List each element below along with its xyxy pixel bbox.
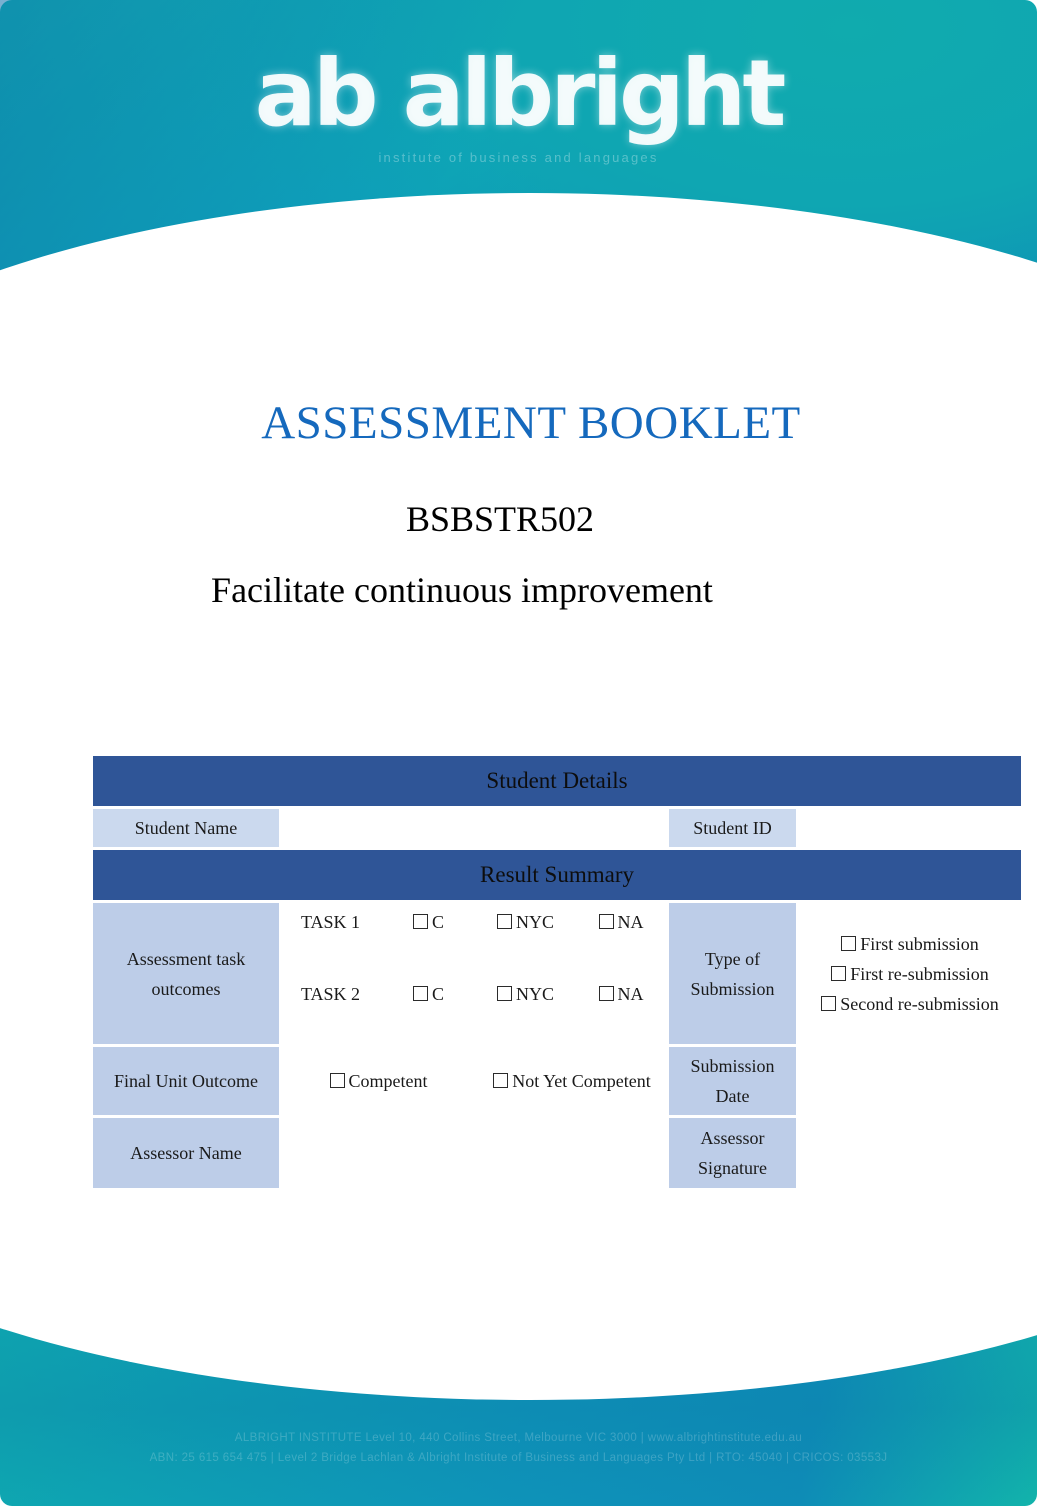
checkbox-icon <box>831 965 847 981</box>
task1-label: TASK 1 <box>282 903 379 941</box>
checkbox-icon <box>412 914 428 929</box>
footer-line-2: ABN: 25 615 654 475 | Level 2 Bridge Lac… <box>149 1452 888 1464</box>
checkbox-icon <box>329 1073 345 1088</box>
student-id-field[interactable] <box>799 809 1022 847</box>
assessor-name-label: Assessor Name <box>93 1118 279 1188</box>
header-banner: ab albright institute of business and la… <box>0 0 1062 352</box>
table-row-final-unit-outcome: Final Unit Outcome Competent Not Yet Com… <box>93 1047 1022 1115</box>
footer-line-1: ALBRIGHT INSTITUTE Level 10, 440 Collins… <box>234 1432 803 1444</box>
table-row-student-name: Student Name Student ID <box>93 809 1022 847</box>
checkbox-icon <box>821 995 837 1011</box>
assessor-signature-label: Assessor Signature <box>669 1118 796 1188</box>
checkbox-icon <box>496 986 512 1001</box>
first-resubmission-label: First re-submission <box>850 963 989 984</box>
first-submission-label: First submission <box>860 933 979 954</box>
final-not-yet-competent-checkbox[interactable]: Not Yet Competent <box>478 1047 666 1115</box>
task2-label: TASK 2 <box>282 944 379 1044</box>
second-resubmission-label: Second re-submission <box>840 993 999 1014</box>
student-id-label: Student ID <box>669 809 796 847</box>
checkbox-icon <box>598 986 614 1001</box>
second-resubmission-checkbox[interactable]: Second re-submission <box>804 989 1016 1019</box>
footer-banner: ALBRIGHT INSTITUTE Level 10, 440 Collins… <box>0 1250 1062 1506</box>
unit-name: Facilitate continuous improvement <box>211 570 713 610</box>
task1-na-label: NA <box>617 912 644 932</box>
final-competent-label: Competent <box>348 1071 428 1091</box>
first-submission-checkbox[interactable]: First submission <box>804 929 1016 959</box>
submission-date-field[interactable] <box>799 1047 1022 1115</box>
final-unit-outcome-label: Final Unit Outcome <box>93 1047 279 1115</box>
table-row-assessor: Assessor Name Assessor Signature <box>93 1118 1022 1188</box>
task2-nyc-checkbox[interactable]: NYC <box>478 944 573 1044</box>
student-result-table: Student Details Student Name Student ID … <box>90 753 1024 1191</box>
type-of-submission-options: First submission First re-submission Sec… <box>799 903 1022 1044</box>
task2-na-checkbox[interactable]: NA <box>576 944 666 1044</box>
checkbox-icon <box>841 935 857 951</box>
type-of-submission-label: Type of Submission <box>669 903 796 1044</box>
table-row-student-details-header: Student Details <box>93 756 1022 806</box>
assessor-name-field[interactable] <box>282 1118 666 1188</box>
task1-c-label: C <box>431 912 444 932</box>
student-name-label: Student Name <box>93 809 279 847</box>
table-row-task1: Assessment task outcomes TASK 1 C NYC NA… <box>93 903 1022 1044</box>
task1-na-checkbox[interactable]: NA <box>576 903 666 941</box>
table-row-result-summary-header: Result Summary <box>93 850 1022 900</box>
checkbox-icon <box>412 986 428 1001</box>
task1-c-checkbox[interactable]: C <box>382 903 475 941</box>
checkbox-icon <box>496 914 512 929</box>
submission-date-label: Submission Date <box>669 1047 796 1115</box>
task1-nyc-label: NYC <box>515 912 554 932</box>
assessor-signature-field[interactable] <box>799 1118 1022 1188</box>
final-not-yet-competent-label: Not Yet Competent <box>512 1071 651 1091</box>
task2-na-label: NA <box>617 984 644 1004</box>
footer-contact-text: ALBRIGHT INSTITUTE Level 10, 440 Collins… <box>0 1428 1037 1468</box>
unit-code: BSBSTR502 <box>405 499 595 539</box>
checkbox-icon <box>493 1073 509 1088</box>
student-name-field[interactable] <box>282 809 666 847</box>
task2-nyc-label: NYC <box>515 984 554 1004</box>
result-summary-header: Result Summary <box>93 850 1022 900</box>
task2-c-checkbox[interactable]: C <box>382 944 475 1044</box>
task2-c-label: C <box>431 984 444 1004</box>
first-resubmission-checkbox[interactable]: First re-submission <box>804 959 1016 989</box>
task1-nyc-checkbox[interactable]: NYC <box>478 903 573 941</box>
checkbox-icon <box>598 914 614 929</box>
final-competent-checkbox[interactable]: Competent <box>282 1047 475 1115</box>
student-details-header: Student Details <box>93 756 1022 806</box>
page-title: ASSESSMENT BOOKLET <box>261 397 801 449</box>
assessment-task-outcomes-label: Assessment task outcomes <box>93 903 279 1044</box>
